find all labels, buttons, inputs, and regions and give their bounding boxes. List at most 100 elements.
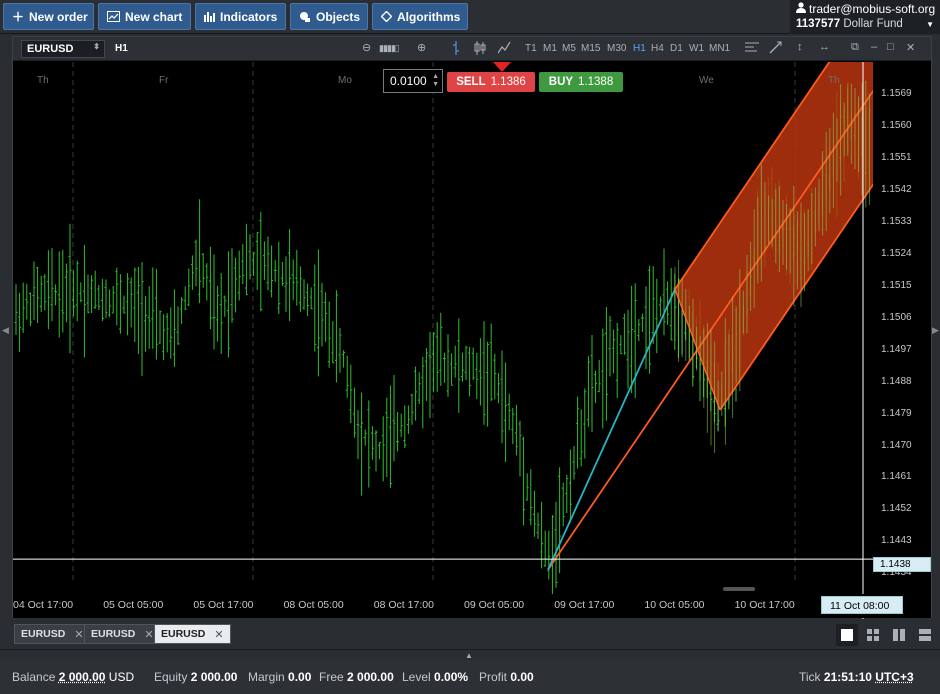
timezone-select[interactable]: UTC+3 [875,670,913,684]
level-status: Level 0.00% [402,670,469,684]
time-tick-label: 05 Oct 05:00 [103,599,164,611]
price-tick-label: 1.1542 [881,183,912,195]
account-number: 1137577 [796,18,841,30]
price-axis[interactable]: 1.1569 1.1560 1.1551 1.1542 1.1533 1.1524 1.15… [873,62,931,584]
time-tick-label: 08 Oct 05:00 [283,599,344,611]
spinner-icon[interactable]: ▲ ▼ [432,73,439,89]
time-tick-label: 10 Oct 17:00 [734,599,795,611]
zoom-in-icon[interactable]: ⊕ [417,41,426,54]
day-label-mo: Mo [338,75,352,86]
close-tab-icon[interactable]: ✕ [144,628,153,641]
buy-price: 1.1388 [578,76,614,88]
account-dropdown-icon[interactable]: ▼ [926,20,934,29]
right-panel-arrow-icon[interactable]: ▶ [932,325,939,336]
sell-marker-icon [493,62,511,72]
price-tick-label: 1.1515 [881,279,912,291]
price-tick-label: 1.1560 [881,119,912,131]
clock-time: 21:51:10 [823,670,872,684]
symbol-select[interactable]: EURUSD ⬍ [21,40,105,58]
price-tick-label: 1.1533 [881,215,912,227]
spinner-icon: ⬍ [93,42,100,51]
equity-value: 2 000.00 [190,670,238,684]
close-tab-icon[interactable]: ✕ [214,628,223,641]
price-tick-label: 1.1551 [881,151,912,163]
timeframe-d1[interactable]: D1 [670,43,683,54]
balance-value[interactable]: 2 000.00 [59,670,106,684]
chart-tab[interactable]: EURUSD ✕ [84,624,161,644]
trading-terminal: ＋ New order New chart Indicators Objects [0,0,940,694]
time-axis[interactable]: 04 Oct 17:00 05 Oct 05:00 05 Oct 17:00 08 O… [13,594,931,618]
panel-collapse-icon[interactable]: ▲ [465,651,473,660]
lot-size-input[interactable]: 0.0100 ▲ ▼ [383,69,443,93]
close-tab-icon[interactable]: ✕ [74,628,83,641]
zoom-out-icon[interactable]: ⊖ [362,41,371,54]
close-icon[interactable]: ✕ [906,41,915,54]
timeframe-m30[interactable]: M30 [607,43,626,54]
layout-columns-icon[interactable] [888,624,910,646]
free-value: 2 000.00 [347,670,394,684]
account-panel[interactable]: trader@mobius-soft.org 1137577 Dollar Fu… [790,0,940,34]
price-tick-label: 1.1569 [881,87,912,99]
layout-grid-icon[interactable] [862,624,884,646]
price-tick-label: 1.1479 [881,407,912,419]
bar-chart-icon[interactable] [451,41,461,58]
chart-tab-active[interactable]: EURUSD ✕ [154,624,231,644]
time-tick-label: 08 Oct 17:00 [373,599,434,611]
day-label-th-2: Th [828,75,840,86]
sell-button[interactable]: SELL 1.1386 [447,72,535,92]
current-time-label: 11 Oct 08:00 [821,596,903,614]
chart-tab[interactable]: EURUSD ✕ [14,624,91,644]
vertical-resize-icon[interactable]: ↕ [797,41,803,53]
main-toolbar: ＋ New order New chart Indicators Objects [0,0,940,34]
trend-line [547,288,676,571]
trendline-tool-icon[interactable] [769,41,782,57]
new-chart-button[interactable]: New chart [98,3,191,30]
price-tick-label: 1.1524 [881,247,912,259]
balance-status: Balance 2 000.00 USD [12,670,135,684]
layout-single-icon[interactable] [836,624,858,646]
detach-window-icon[interactable]: ⧉ [851,41,859,54]
left-panel-arrow-icon[interactable]: ◀ [2,325,9,336]
new-order-button[interactable]: ＋ New order [3,3,94,30]
horizontal-resize-icon[interactable]: ↔ [819,41,830,53]
zoom-slider[interactable]: ▮▮▮▮▯ [379,43,400,54]
algorithms-button[interactable]: Algorithms [372,3,468,30]
minimize-icon[interactable]: – [871,41,877,53]
timeframe-m15[interactable]: M15 [581,43,600,54]
candlestick-chart-icon[interactable] [474,41,486,58]
chart-tabs-bar: EURUSD ✕ EURUSD ✕ EURUSD ✕ [0,620,940,650]
time-tick-label: 09 Oct 05:00 [464,599,525,611]
bar-indicator-icon [204,11,215,22]
timeframe-h4[interactable]: H4 [651,43,664,54]
equity-status: Equity 2 000.00 [154,670,238,684]
margin-status: Margin 0.00 [248,670,312,684]
diamond-icon [381,11,392,22]
timeframe-h1[interactable]: H1 [633,43,646,54]
price-tick-label: 1.1452 [881,503,912,515]
day-label-we: We [699,75,714,86]
timeframe-mn1[interactable]: MN1 [709,43,730,54]
line-chart-icon[interactable] [497,41,511,57]
time-tick-label: 10 Oct 05:00 [644,599,705,611]
tick-status: Tick 21:51:10 UTC+3 [799,670,914,684]
price-tick-label: 1.1461 [881,471,912,483]
timeframe-w1[interactable]: W1 [689,43,704,54]
timeframe-m5[interactable]: M5 [562,43,576,54]
layout-rows-icon[interactable] [914,624,936,646]
chart-window: EURUSD ⬍ H1 ⊖ ▮▮▮▮▯ ⊕ T1 M1 M5 M15 M30 H… [12,36,932,619]
objects-button[interactable]: Objects [290,3,368,30]
indicator-levels-icon[interactable] [745,41,759,56]
timeframe-m1[interactable]: M1 [543,43,557,54]
maximize-icon[interactable]: □ [887,41,894,53]
status-bar: Balance 2 000.00 USD Equity 2 000.00 Mar… [0,660,940,694]
sell-price: 1.1386 [490,76,526,88]
timeframe-t1[interactable]: T1 [525,43,537,54]
chart-plot-area[interactable] [13,62,873,619]
buy-button[interactable]: BUY 1.1388 [539,72,623,92]
horizontal-scrollbar[interactable] [723,587,755,591]
day-label-th: Th [37,75,49,86]
price-tick-label: 1.1443 [881,535,912,547]
indicators-button[interactable]: Indicators [195,3,286,30]
account-user: trader@mobius-soft.org [809,2,936,16]
price-tick-label: 1.1506 [881,311,912,323]
